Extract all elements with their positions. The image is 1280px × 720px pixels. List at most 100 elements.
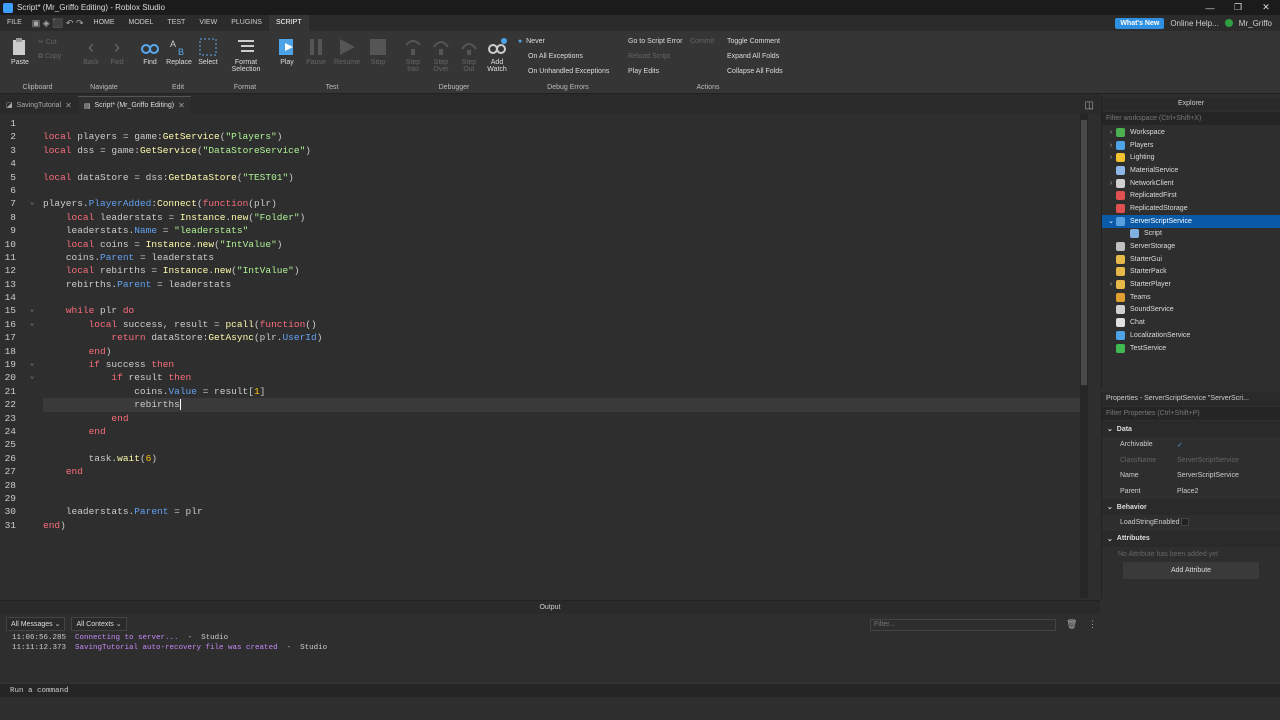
tree-item-script[interactable]: Script — [1102, 228, 1280, 241]
menu-test[interactable]: TEST — [160, 15, 192, 31]
panel-toggle-icon[interactable]: ◫ — [1085, 100, 1094, 111]
all-contexts-dropdown[interactable]: All Contexts ⌄ — [71, 617, 127, 631]
stop-button[interactable]: Stop — [366, 37, 390, 66]
expand-arrow-icon[interactable]: › — [1106, 129, 1116, 136]
line-number: 20 ⌄ — [4, 372, 35, 384]
tree-item-localizationservice[interactable]: LocalizationService — [1102, 329, 1280, 342]
tree-item-soundservice[interactable]: SoundService — [1102, 304, 1280, 317]
online-help-link[interactable]: Online Help... — [1170, 19, 1218, 28]
step-into-button[interactable]: Step Into — [400, 37, 426, 73]
line-number: 24 — [4, 425, 16, 437]
code-text[interactable]: local players = game:GetService("Players… — [43, 117, 1086, 532]
expand-arrow-icon[interactable]: › — [1106, 142, 1116, 149]
whats-new-button[interactable]: What's New — [1115, 17, 1165, 29]
tree-item-testservice[interactable]: TestService — [1102, 342, 1280, 355]
tree-item-lighting[interactable]: › Lighting — [1102, 151, 1280, 164]
output-filter-input[interactable]: Filter... — [870, 619, 1056, 631]
category-attributes[interactable]: ⌄ Attributes — [1102, 530, 1280, 547]
step-over-button[interactable]: Step Over — [428, 37, 454, 73]
reload-script-button[interactable]: Reload Script — [628, 53, 670, 60]
close-tab-icon[interactable]: ✕ — [65, 101, 72, 110]
tree-item-workspace[interactable]: › Workspace — [1102, 126, 1280, 139]
tree-item-players[interactable]: › Players — [1102, 139, 1280, 152]
collapse-arrow-icon[interactable]: ⌄ — [1106, 217, 1116, 225]
tree-item-starterplayer[interactable]: › StarterPlayer — [1102, 278, 1280, 291]
on-unhandled-exceptions-option[interactable]: On Unhandled Exceptions — [528, 68, 609, 75]
menu-script[interactable]: SCRIPT — [268, 15, 309, 31]
play-edits-button[interactable]: Play Edits — [628, 68, 659, 75]
goto-error-button[interactable]: Go to Script Error — [628, 38, 682, 45]
tree-item-materialservice[interactable]: MaterialService — [1102, 164, 1280, 177]
prop-archivable[interactable]: Archivable ✓ — [1102, 437, 1280, 453]
format-selection-button[interactable]: Format Selection — [226, 37, 266, 73]
edit-label: Edit — [171, 84, 185, 91]
prop-loadstring[interactable]: LoadStringEnabled — [1102, 515, 1280, 531]
prop-parent[interactable]: Parent Place2 — [1102, 484, 1280, 500]
trash-icon[interactable]: 🗑 — [1066, 619, 1077, 630]
archivable-checkbox[interactable]: ✓ — [1177, 441, 1280, 449]
resume-button[interactable]: Resume — [332, 37, 362, 66]
expand-folds-button[interactable]: Expand All Folds — [727, 53, 779, 60]
qa-icons[interactable]: ▣ ◈ ⬛ ↶ ↷ — [29, 18, 87, 29]
menu-model[interactable]: MODEL — [122, 15, 161, 31]
code-editor[interactable]: 1 2 3 4 5 6 7 ⌄ 8 9 10 11 12 13 14 15 ⌄ 16… — [0, 114, 1100, 598]
expand-arrow-icon[interactable]: › — [1106, 180, 1116, 187]
tab-savingtutorial[interactable]: ◪ SavingTutorial ✕ — [0, 96, 78, 114]
loadstring-checkbox[interactable] — [1177, 517, 1280, 528]
user-name[interactable]: Mr_Griffo — [1239, 19, 1272, 28]
tree-item-starterpack[interactable]: StarterPack — [1102, 266, 1280, 279]
more-icon[interactable]: ⋮ — [1088, 619, 1097, 630]
add-attribute-button[interactable]: Add Attribute — [1123, 561, 1259, 579]
pause-button[interactable]: Pause — [304, 37, 328, 66]
cut-button[interactable]: ✂ Cut — [38, 38, 57, 46]
collapse-folds-button[interactable]: Collapse All Folds — [727, 68, 783, 75]
category-data[interactable]: ⌄ Data — [1102, 421, 1280, 437]
step-out-button[interactable]: Step Out — [456, 37, 482, 73]
maximize-button[interactable]: ❐ — [1224, 2, 1252, 13]
select-button[interactable]: Select — [196, 37, 220, 66]
line-number: 30 — [4, 506, 16, 518]
menu-file[interactable]: FILE — [0, 15, 29, 31]
add-watch-button[interactable]: Add Watch — [484, 37, 510, 73]
tree-item-serverstorage[interactable]: ServerStorage — [1102, 240, 1280, 253]
back-button[interactable]: ‹ Back — [80, 37, 102, 66]
tree-item-teams[interactable]: Teams — [1102, 291, 1280, 304]
category-behavior[interactable]: ⌄ Behavior — [1102, 499, 1280, 515]
menu-view[interactable]: VIEW — [192, 15, 224, 31]
tab-script[interactable]: ▤ Script* (Mr_Griffo Editing) ✕ — [77, 96, 191, 114]
close-button[interactable]: ✕ — [1252, 2, 1280, 13]
code-line: local players = game:GetService("Players… — [43, 131, 283, 143]
prop-value[interactable]: ServerScriptService — [1177, 472, 1280, 479]
play-button[interactable]: Play — [274, 37, 300, 66]
on-all-exceptions-option[interactable]: On All Exceptions — [528, 53, 583, 60]
close-tab-icon[interactable]: ✕ — [178, 101, 185, 110]
all-messages-dropdown[interactable]: All Messages ⌄ — [6, 617, 66, 631]
explorer-filter-input[interactable]: Filter workspace (Ctrl+Shift+X) — [1102, 112, 1280, 125]
replace-button[interactable]: AB Replace — [164, 37, 194, 66]
forward-button[interactable]: › Fwd — [106, 37, 128, 66]
prop-value[interactable]: Place2 — [1177, 488, 1280, 495]
commit-button[interactable]: Commit — [690, 38, 714, 45]
minimize-button[interactable]: — — [1196, 3, 1224, 13]
tree-item-replicatedstorage[interactable]: ReplicatedStorage — [1102, 202, 1280, 215]
expand-arrow-icon[interactable]: › — [1106, 154, 1116, 161]
tree-item-chat[interactable]: Chat — [1102, 316, 1280, 329]
prop-name-field[interactable]: Name ServerScriptService — [1102, 468, 1280, 484]
paste-button[interactable]: Paste — [7, 37, 33, 66]
tree-item-startergui[interactable]: StarterGui — [1102, 253, 1280, 266]
copy-button[interactable]: ⧉ Copy — [38, 53, 61, 61]
expand-arrow-icon[interactable]: › — [1106, 281, 1116, 288]
menu-home[interactable]: HOME — [87, 15, 122, 31]
menu-plugins[interactable]: PLUGINS — [224, 15, 269, 31]
log-time: 11:06:56.285 — [12, 634, 67, 642]
properties-filter-input[interactable]: Filter Properties (Ctrl+Shift+P) — [1102, 407, 1280, 420]
never-option[interactable]: ● Never — [518, 38, 545, 45]
tree-item-replicatedfirst[interactable]: ReplicatedFirst — [1102, 189, 1280, 202]
tree-item-networkclient[interactable]: › NetworkClient — [1102, 177, 1280, 190]
tree-item-serverscriptservice[interactable]: ⌄ ServerScriptService — [1102, 214, 1280, 228]
editor-scrollbar[interactable] — [1080, 114, 1088, 598]
toggle-comment-button[interactable]: Toggle Comment — [727, 38, 780, 45]
command-bar[interactable]: Run a command — [0, 683, 1280, 697]
scrollbar-thumb[interactable] — [1081, 120, 1087, 385]
find-button[interactable]: Find — [138, 37, 162, 66]
